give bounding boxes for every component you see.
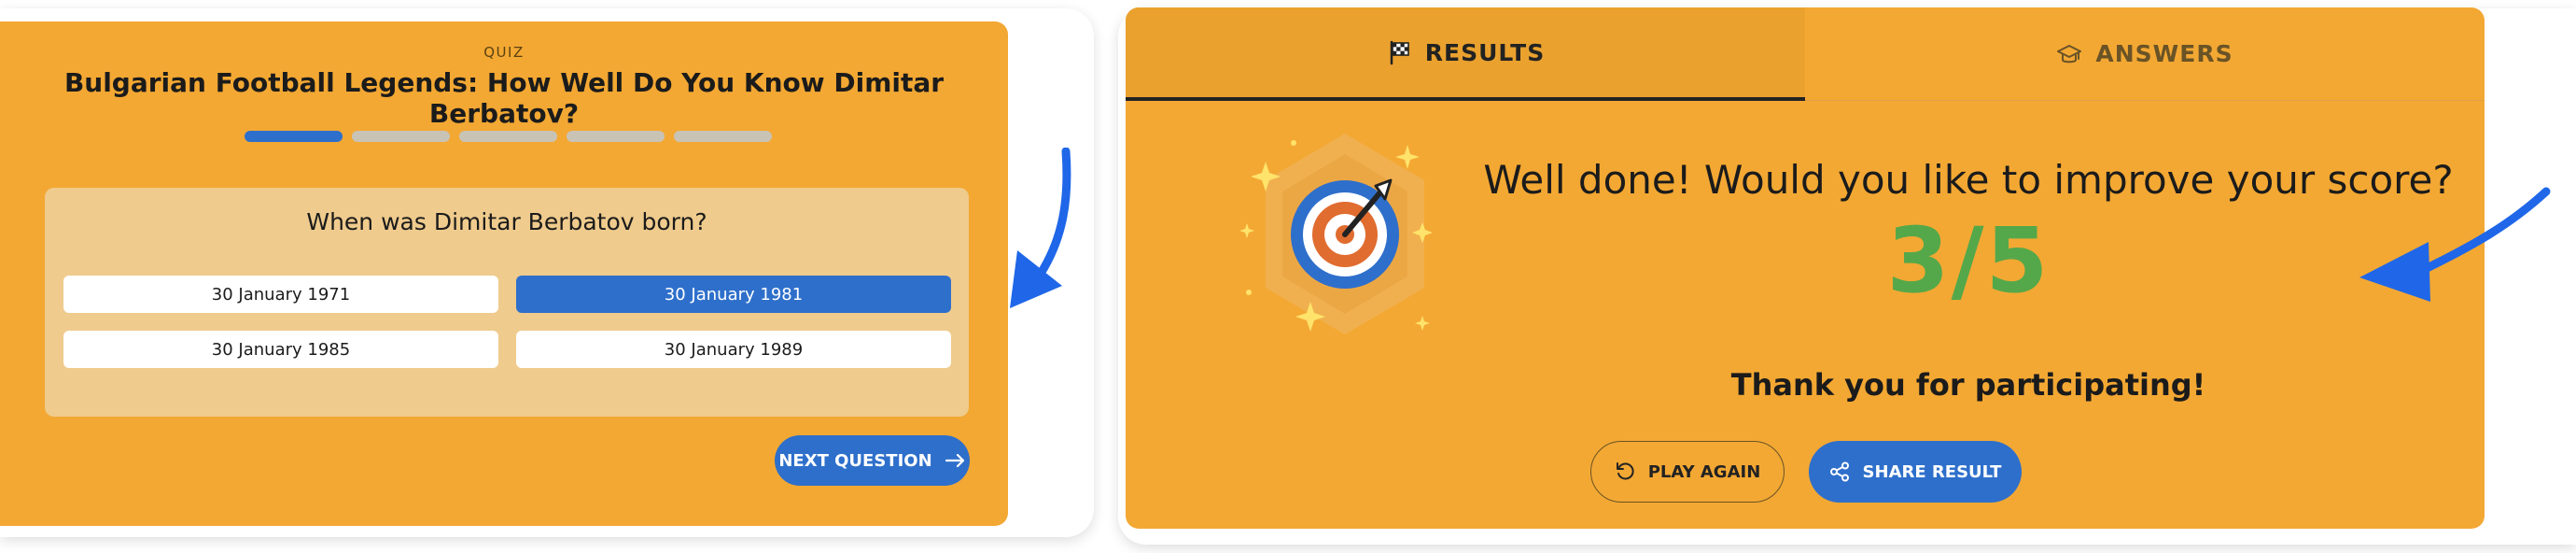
results-panel: RESULTS ANSWERS Well done! Would you lik… [1126,7,2485,529]
target-dart-icon [1239,134,1433,334]
thank-you-text: Thank you for participating! [1730,367,2206,403]
result-heading: Well done! Would you like to improve you… [1483,157,2454,203]
share-result-label: SHARE RESULT [1862,461,2002,482]
next-question-button[interactable]: NEXT QUESTION [775,435,970,486]
tab-results-label: RESULTS [1424,38,1546,66]
share-result-button[interactable]: SHARE RESULT [1809,441,2022,503]
question-text: When was Dimitar Berbatov born? [306,208,707,235]
progress-segment [352,131,450,142]
share-icon [1829,461,1849,482]
quiz-label: QUIZ [483,44,525,61]
flag-icon [1390,40,1409,65]
restart-icon [1616,462,1634,480]
score-value: 3/5 [1886,208,2051,313]
progress-segment [567,131,665,142]
tab-results[interactable]: RESULTS [1126,7,1805,101]
arrow-right-icon [945,454,964,467]
play-again-label: PLAY AGAIN [1647,461,1761,482]
graduation-cap-icon [2057,44,2082,63]
quiz-title: Bulgarian Football Legends: How Well Do … [63,67,945,129]
answer-option-1[interactable]: 30 January 1971 [63,276,498,313]
question-box: When was Dimitar Berbatov born? 30 Janua… [45,188,969,417]
annotation-arrow-icon [1010,148,1071,308]
progress-segment [459,131,557,142]
progress-segment [245,131,343,142]
play-again-button[interactable]: PLAY AGAIN [1590,441,1785,503]
answer-option-3[interactable]: 30 January 1985 [63,331,498,368]
quiz-progress-bar [245,131,772,142]
progress-segment [674,131,772,142]
annotation-arrow-icon [2359,187,2551,302]
tab-answers[interactable]: ANSWERS [1805,7,2485,101]
tab-answers-label: ANSWERS [2095,40,2233,67]
next-question-label: NEXT QUESTION [778,450,932,471]
quiz-panel: QUIZ Bulgarian Football Legends: How Wel… [0,21,1008,526]
answer-option-4[interactable]: 30 January 1989 [516,331,951,368]
answer-option-2[interactable]: 30 January 1981 [516,276,951,313]
